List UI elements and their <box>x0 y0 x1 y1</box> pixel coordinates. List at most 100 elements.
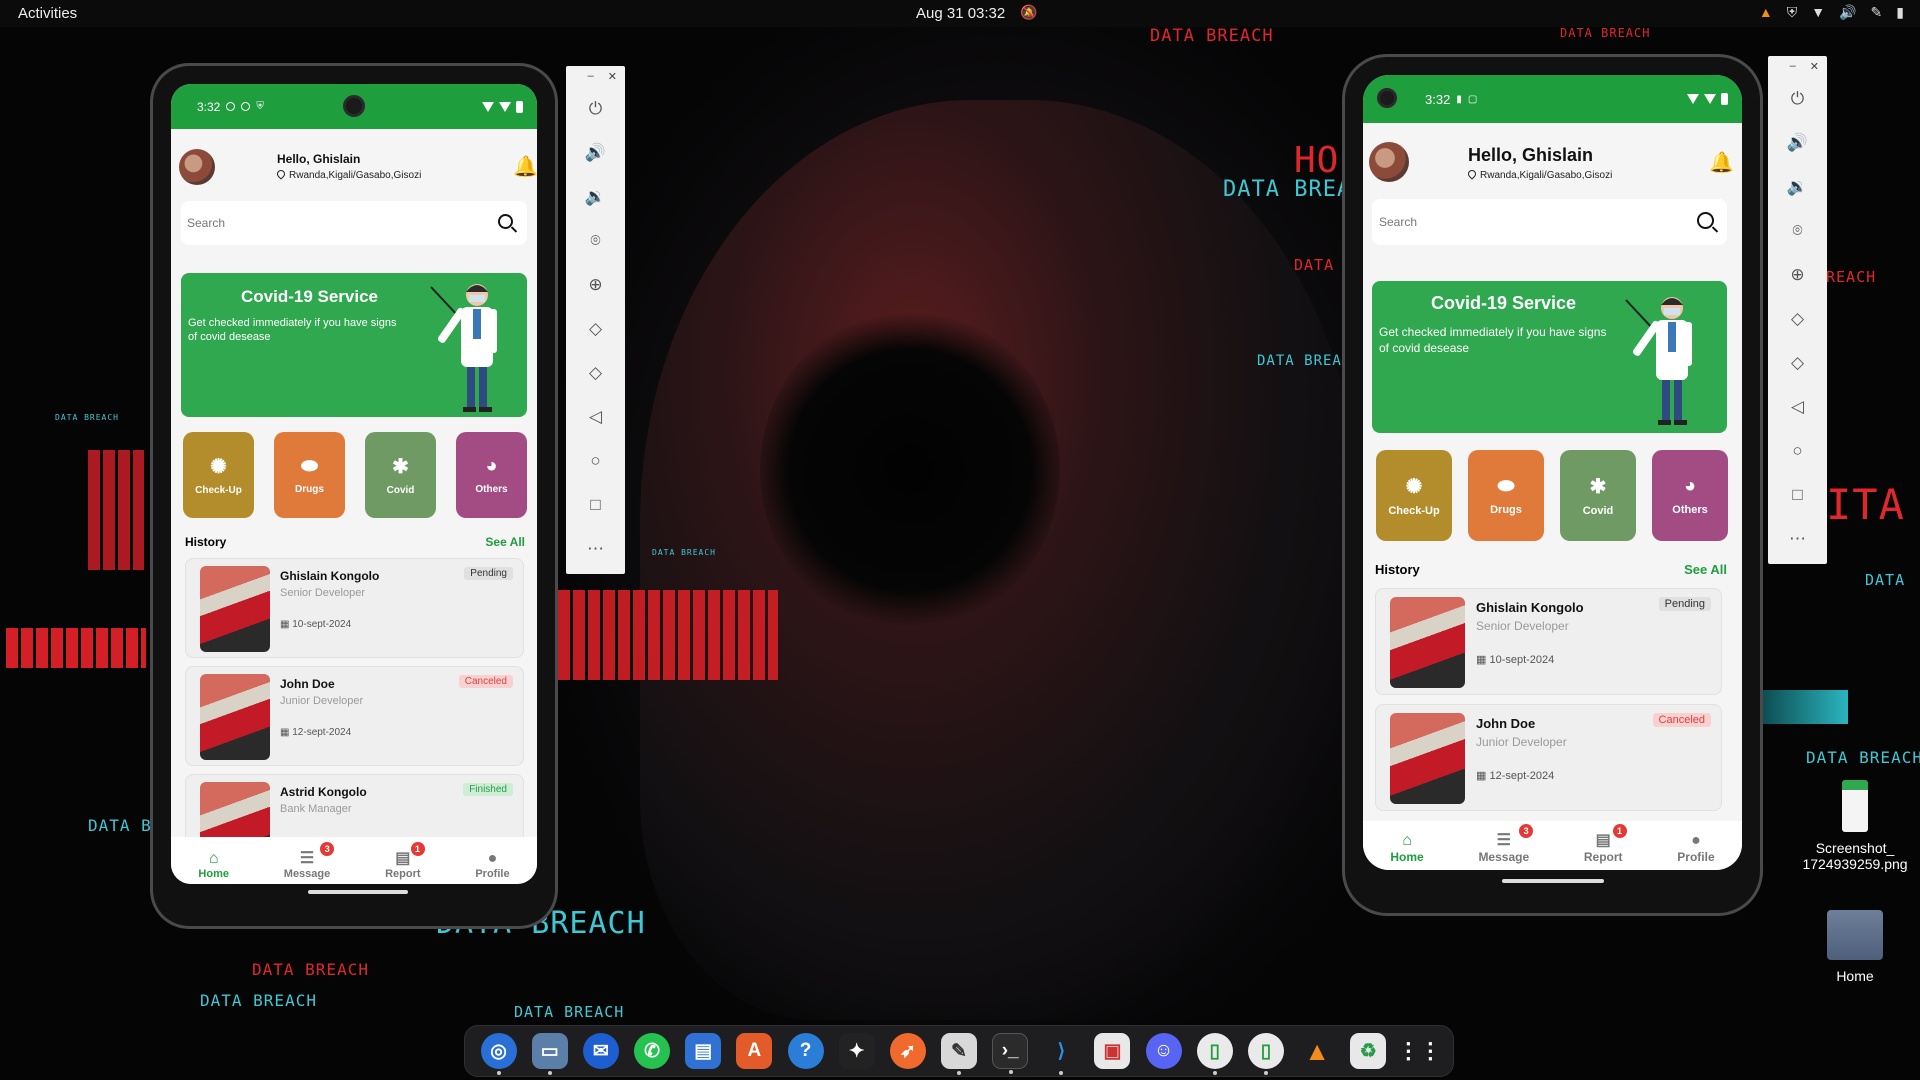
covid-banner[interactable]: Covid-19 Service Get checked immediately… <box>181 273 527 417</box>
history-card[interactable]: Ghislain Kongolo Senior Developer ▦ 10-s… <box>1375 588 1722 695</box>
nav-message[interactable]: ☰ 3 Message <box>284 842 335 880</box>
nav-report[interactable]: ▤ 1 Report <box>1584 824 1627 864</box>
see-all-link[interactable]: See All <box>1684 562 1727 577</box>
app-center-icon[interactable]: A <box>736 1033 773 1069</box>
desktop-screenshot-file[interactable]: Screenshot_ 1724939259.png <box>1795 780 1915 872</box>
files-icon[interactable]: ▭ <box>531 1033 568 1075</box>
thunderbird-icon[interactable]: ✉ <box>582 1033 619 1069</box>
postman-icon[interactable]: ➶ <box>889 1033 926 1069</box>
search-input[interactable]: Search <box>181 201 527 245</box>
category-drugs[interactable]: ⬬ Drugs <box>1468 450 1544 541</box>
gesture-bar[interactable] <box>308 890 408 894</box>
pills-icon: ⬬ <box>1497 475 1515 497</box>
volume-icon[interactable]: 🔊 <box>1839 4 1856 21</box>
file-name: Screenshot_ 1724939259.png <box>1802 840 1908 873</box>
volume-up-icon[interactable]: 🔊 <box>1787 121 1808 165</box>
figma-icon[interactable]: ✦ <box>838 1033 875 1069</box>
clock[interactable]: Aug 31 03:32 <box>916 5 1005 22</box>
category-covid[interactable]: ✱ Covid <box>1560 450 1636 541</box>
volume-down-icon[interactable]: 🔉 <box>585 175 606 219</box>
category-others[interactable]: ◕ Others <box>456 432 527 518</box>
see-all-link[interactable]: See All <box>485 535 525 549</box>
trash-icon[interactable]: ♻ <box>1350 1033 1387 1069</box>
notification-bell-icon[interactable]: 🔔 <box>1709 150 1734 175</box>
nav-profile[interactable]: ● Profile <box>1677 832 1714 864</box>
more-icon[interactable]: ⋯ <box>587 527 604 571</box>
text-editor-icon[interactable]: ✎ <box>940 1033 977 1075</box>
overview-icon[interactable]: □ <box>590 483 600 527</box>
system-tray[interactable]: ▲ ⛨ ▼ 🔊 ✎ ▮ <box>1759 4 1904 21</box>
show-apps-icon[interactable]: ⋮⋮ <box>1397 1033 1441 1069</box>
more-icon[interactable]: ⋯ <box>1789 517 1806 561</box>
close-icon[interactable]: ✕ <box>1810 60 1819 73</box>
desktop-home-folder[interactable]: Home <box>1815 910 1895 984</box>
nav-profile[interactable]: ● Profile <box>475 850 509 880</box>
wifi-icon[interactable]: ▼ <box>1811 4 1825 21</box>
category-covid[interactable]: ✱ Covid <box>365 432 436 518</box>
zoom-icon[interactable]: ⊕ <box>588 263 602 307</box>
rotate-left-icon[interactable]: ◇ <box>589 307 602 351</box>
notification-bell-icon[interactable]: 🔔 <box>513 154 537 179</box>
category-checkup[interactable]: ✺ Check-Up <box>1376 450 1452 541</box>
close-icon[interactable]: ✕ <box>608 70 617 83</box>
covid-banner[interactable]: Covid-19 Service Get checked immediately… <box>1372 281 1727 433</box>
dock: ◎ ▭ ✉ ✆ ▤ A ? ✦ ➶ ✎ ›_ ⟩ ▣ ☺ ▯ ▯ ▲ ♻ ⋮⋮ <box>464 1025 1454 1077</box>
writer-icon[interactable]: ▤ <box>685 1033 722 1069</box>
rotate-right-icon[interactable]: ◇ <box>589 351 602 395</box>
nav-home[interactable]: ⌂ Home <box>1390 832 1423 864</box>
category-others[interactable]: ◕ Others <box>1652 450 1728 541</box>
signal-icon <box>1704 94 1716 104</box>
vlc-tray-icon[interactable]: ▲ <box>1759 4 1773 21</box>
nav-report[interactable]: ▤ 1 Report <box>385 842 425 880</box>
history-date: ▦ 12-sept-2024 <box>1476 769 1554 782</box>
zoom-icon[interactable]: ⊕ <box>1790 253 1804 297</box>
emulator-icon[interactable]: ▯ <box>1196 1033 1233 1075</box>
back-icon[interactable]: ◁ <box>1791 385 1804 429</box>
mic-off-icon[interactable]: ✎ <box>1871 4 1883 21</box>
search-icon[interactable] <box>1697 212 1714 229</box>
volume-up-icon[interactable]: 🔊 <box>585 131 606 175</box>
search-icon[interactable] <box>498 214 513 229</box>
location: Rwanda,Kigali/Gasabo,Gisozi <box>1466 168 1612 181</box>
power-icon[interactable]: ⏻ <box>1791 77 1804 121</box>
gesture-bar[interactable] <box>1502 879 1604 883</box>
power-icon[interactable]: ⏻ <box>589 87 602 131</box>
whatsapp-icon[interactable]: ✆ <box>634 1033 671 1069</box>
person-icon: ● <box>1691 832 1701 849</box>
nav-message[interactable]: ☰ 3 Message <box>1478 824 1534 864</box>
avatar[interactable] <box>1369 142 1409 182</box>
overview-icon[interactable]: □ <box>1792 473 1802 517</box>
shield-tray-icon[interactable]: ⛨ <box>1787 4 1798 21</box>
screenshot-tool-icon[interactable]: ▣ <box>1094 1033 1131 1069</box>
camera-icon[interactable]: ⌾ <box>1792 209 1802 253</box>
discord-icon[interactable]: ☺ <box>1145 1033 1182 1069</box>
wallpaper-text: DATA BREACH <box>200 991 317 1010</box>
volume-down-icon[interactable]: 🔉 <box>1787 165 1808 209</box>
avatar[interactable] <box>179 149 215 185</box>
minimize-icon[interactable]: – <box>588 70 594 83</box>
back-icon[interactable]: ◁ <box>589 395 602 439</box>
vscode-icon[interactable]: ⟩ <box>1043 1033 1080 1075</box>
minimize-icon[interactable]: – <box>1790 60 1796 73</box>
chrome-icon[interactable]: ◎ <box>480 1033 517 1075</box>
history-card[interactable]: Ghislain Kongolo Senior Developer ▦ 10-s… <box>185 558 524 658</box>
history-card[interactable]: John Doe Junior Developer ▦ 12-sept-2024… <box>185 666 524 766</box>
count-badge: 1 <box>410 842 425 856</box>
category-drugs[interactable]: ⬬ Drugs <box>274 432 345 518</box>
help-icon[interactable]: ? <box>787 1033 824 1069</box>
category-checkup[interactable]: ✺ Check-Up <box>183 432 254 518</box>
home-circle-icon[interactable]: ○ <box>1792 429 1802 473</box>
vlc-icon[interactable]: ▲ <box>1299 1033 1335 1069</box>
rotate-left-icon[interactable]: ◇ <box>1791 297 1804 341</box>
emulator-icon[interactable]: ▯ <box>1247 1033 1284 1075</box>
camera-icon[interactable]: ⌾ <box>590 219 600 263</box>
terminal-icon[interactable]: ›_ <box>992 1033 1029 1074</box>
wallpaper-text: DATA BREACH <box>652 548 716 557</box>
activities-button[interactable]: Activities <box>18 5 77 22</box>
battery-icon[interactable]: ▮ <box>1896 4 1904 21</box>
history-card[interactable]: John Doe Junior Developer ▦ 12-sept-2024… <box>1375 704 1722 811</box>
search-input[interactable]: Search <box>1372 199 1727 245</box>
home-circle-icon[interactable]: ○ <box>590 439 600 483</box>
nav-home[interactable]: ⌂ Home <box>198 850 229 880</box>
rotate-right-icon[interactable]: ◇ <box>1791 341 1804 385</box>
